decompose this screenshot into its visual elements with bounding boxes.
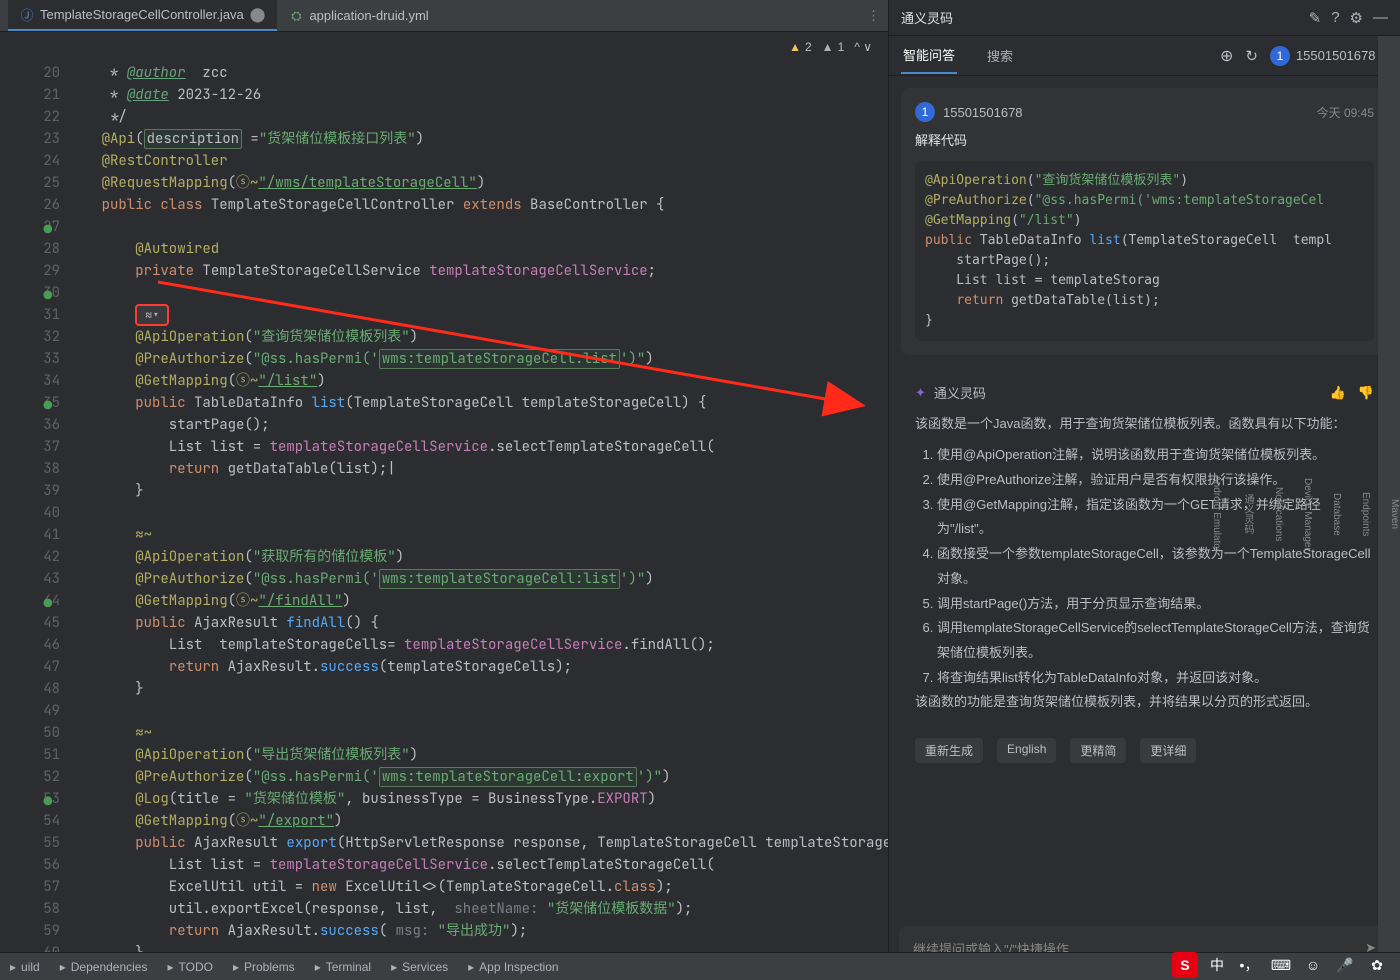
emoji-icon[interactable]: ☺ <box>1300 952 1326 978</box>
bottom-item[interactable]: ▸App Inspection <box>468 960 558 974</box>
rail-item[interactable]: Android Emulator <box>1211 475 1222 552</box>
resp-action-button[interactable]: English <box>997 738 1056 763</box>
tab-qa[interactable]: 智能问答 <box>901 37 957 74</box>
rail-item[interactable]: Device Manager <box>1302 478 1313 551</box>
run-gutter-icon[interactable]: ● <box>36 285 52 301</box>
help-icon[interactable]: ? <box>1331 9 1339 27</box>
bottom-item[interactable]: ▸Services <box>391 960 448 974</box>
resp-action-button[interactable]: 更精简 <box>1070 738 1126 763</box>
tab-java[interactable]: Ⓙ TemplateStorageCellController.java ⬤ <box>8 0 277 31</box>
tab-yml[interactable]: ⛭ application-druid.yml <box>277 0 440 31</box>
yml-file-icon: ⛭ <box>289 9 303 23</box>
resp-list-item: 调用templateStorageCellService的selectTempl… <box>937 616 1374 665</box>
punct-icon[interactable]: •， <box>1236 952 1262 978</box>
history-icon[interactable]: ↻ <box>1245 47 1258 65</box>
tab-label: TemplateStorageCellController.java <box>40 7 244 22</box>
resp-action-button[interactable]: 更详细 <box>1140 738 1196 763</box>
thumbs-up-icon[interactable]: 👍 <box>1330 385 1346 401</box>
resp-action-button[interactable]: 重新生成 <box>915 738 983 763</box>
minimize-icon[interactable]: — <box>1373 9 1388 27</box>
edit-icon[interactable]: ✎ <box>1309 9 1322 27</box>
msg-prompt: 解释代码 <box>915 130 1374 149</box>
tab-menu-icon[interactable]: ⋮ <box>867 8 880 24</box>
msg-timestamp: 今天 09:45 <box>1317 104 1374 121</box>
rail-item[interactable]: Notifications <box>1273 487 1284 541</box>
settings-icon[interactable]: ✿ <box>1364 952 1390 978</box>
tongyi-panel: 通义灵码 ✎ ? ⚙ — 智能问答 搜索 ⊕ ↻ 1 15501501678 ▾ <box>888 0 1400 980</box>
thumbs-down-icon[interactable]: 👎 <box>1358 385 1374 401</box>
code-editor[interactable]: 2021222324252627●282930●3132333435●36373… <box>0 62 888 980</box>
tab-search[interactable]: 搜索 <box>985 38 1015 73</box>
bottom-item[interactable]: ▸Problems <box>233 960 295 974</box>
panel-title: 通义灵码 <box>901 8 953 27</box>
bottom-item[interactable]: ▸Dependencies <box>60 960 148 974</box>
windows-taskbar: S 中 •， ⌨ ☺ 🎤 ✿ <box>1162 950 1400 980</box>
java-file-icon: Ⓙ <box>20 8 34 22</box>
rail-item[interactable]: Maven <box>1389 499 1400 529</box>
run-gutter-icon[interactable]: ● <box>36 219 52 235</box>
rail-item[interactable]: Endpoints <box>1360 492 1371 536</box>
resp-list-item: 将查询结果list转化为TableDataInfo对象，并返回该对象。 <box>937 666 1374 691</box>
user-menu[interactable]: 1 15501501678 ▾ <box>1270 46 1388 66</box>
close-icon[interactable]: ⬤ <box>250 6 266 23</box>
code-snippet: @ApiOperation("查询货架储位模板列表")@PreAuthorize… <box>915 161 1374 341</box>
inspection-widget[interactable]: ▲2 ▲1 ^ ∨ <box>0 32 888 62</box>
run-gutter-icon[interactable]: ● <box>36 791 52 807</box>
keyboard-icon[interactable]: ⌨ <box>1268 952 1294 978</box>
user-badge: 1 <box>1270 46 1290 66</box>
gear-icon[interactable]: ⚙ <box>1350 9 1363 27</box>
bottom-item[interactable]: ▸Terminal <box>315 960 371 974</box>
resp-list-item: 使用@ApiOperation注解，说明该函数用于查询货架储位模板列表。 <box>937 443 1374 468</box>
user-message: 1 15501501678 今天 09:45 解释代码 @ApiOperatio… <box>901 88 1388 355</box>
bottom-item[interactable]: ▸TODO <box>167 960 212 974</box>
add-icon[interactable]: ⊕ <box>1220 46 1233 66</box>
tab-label: application-druid.yml <box>309 8 428 23</box>
assistant-response: ✦ 通义灵码 👍 👎 该函数是一个Java函数，用于查询货架储位模板列表。函数具… <box>901 369 1388 777</box>
mic-icon[interactable]: 🎤 <box>1332 952 1358 978</box>
run-gutter-icon[interactable]: ● <box>36 395 52 411</box>
lang-icon[interactable]: 中 <box>1204 952 1230 978</box>
editor-area: Ⓙ TemplateStorageCellController.java ⬤ ⛭… <box>0 0 888 980</box>
ai-hint-icon[interactable]: ≈▾ <box>135 304 169 326</box>
editor-tabs: Ⓙ TemplateStorageCellController.java ⬤ ⛭… <box>0 0 888 32</box>
rail-item[interactable]: 通义灵码 <box>1240 494 1255 534</box>
tool-window-rail: MavenEndpointsDatabaseDevice ManagerNoti… <box>1378 36 1400 980</box>
tongyi-icon: ✦ <box>915 385 926 401</box>
sogou-icon[interactable]: S <box>1172 952 1198 978</box>
resp-list-item: 调用startPage()方法，用于分页显示查询结果。 <box>937 592 1374 617</box>
user-badge: 1 <box>915 102 935 122</box>
bottom-item[interactable]: ▸uild <box>10 960 40 974</box>
run-gutter-icon[interactable]: ● <box>36 593 52 609</box>
rail-item[interactable]: Database <box>1331 493 1342 536</box>
